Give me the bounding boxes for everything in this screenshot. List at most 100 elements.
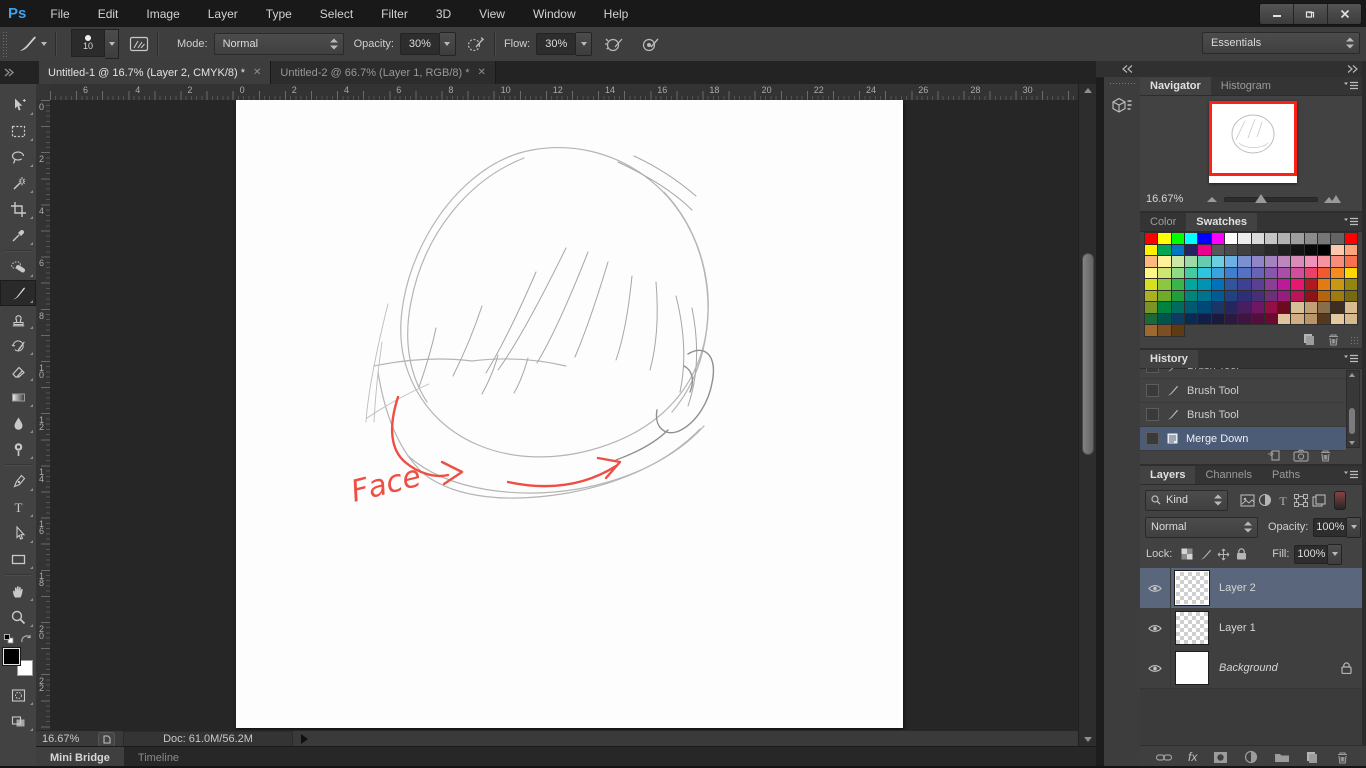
swatch[interactable]	[1318, 267, 1331, 278]
visibility-cell[interactable]	[1140, 608, 1171, 648]
swatch[interactable]	[1304, 313, 1318, 324]
tool-dodge[interactable]	[0, 436, 36, 462]
menu-layer[interactable]: Layer	[194, 0, 252, 27]
expand-dock-icon[interactable]	[1347, 65, 1358, 73]
swatch[interactable]	[1344, 244, 1357, 255]
navigator-thumbnail[interactable]	[1209, 101, 1297, 183]
brush-tool-preset-icon[interactable]	[17, 34, 39, 54]
zoom-in-icon[interactable]	[1324, 194, 1342, 204]
panel-resize-grip[interactable]	[1350, 335, 1358, 344]
swatch[interactable]	[1184, 313, 1198, 324]
swatch[interactable]	[1171, 233, 1184, 244]
options-bar-grip[interactable]	[2, 31, 9, 57]
swatch[interactable]	[1238, 290, 1251, 301]
swatch[interactable]	[1344, 256, 1357, 267]
swatch[interactable]	[1158, 244, 1171, 255]
new-swatch-icon[interactable]	[1303, 333, 1317, 346]
delete-layer-trash-icon[interactable]	[1336, 751, 1349, 764]
swatch[interactable]	[1318, 302, 1331, 313]
swatch[interactable]	[1145, 233, 1158, 244]
filter-pixel-layers-icon[interactable]	[1238, 492, 1256, 508]
swatch[interactable]	[1198, 313, 1211, 324]
dock-divider[interactable]	[1096, 61, 1104, 768]
swatch[interactable]	[1145, 256, 1158, 267]
filter-smart-objects-icon[interactable]	[1310, 492, 1328, 508]
swatch[interactable]	[1171, 325, 1184, 336]
swatch[interactable]	[1344, 290, 1357, 301]
layer-name[interactable]: Layer 2	[1219, 582, 1256, 594]
menu-view[interactable]: View	[465, 0, 519, 27]
ruler-origin-corner[interactable]	[36, 84, 51, 101]
swatch[interactable]	[1264, 302, 1278, 313]
swatch[interactable]	[1158, 302, 1171, 313]
swatch[interactable]	[1318, 244, 1331, 255]
collapse-dock-icon[interactable]	[1122, 65, 1133, 73]
flow-dropdown[interactable]	[576, 32, 593, 56]
swatch[interactable]	[1211, 313, 1224, 324]
swatch[interactable]	[1304, 290, 1318, 301]
tool-gradient[interactable]	[0, 384, 36, 410]
tool-zoom[interactable]	[0, 604, 36, 630]
swatch[interactable]	[1344, 313, 1357, 324]
default-colors-icon[interactable]	[4, 634, 14, 644]
layer-name[interactable]: Layer 1	[1219, 622, 1256, 634]
panel-menu-icon[interactable]	[1344, 354, 1358, 364]
swatch[interactable]	[1184, 290, 1198, 301]
tab-color[interactable]: Color	[1140, 213, 1186, 231]
scroll-down-icon[interactable]	[1349, 441, 1355, 445]
swatch[interactable]	[1278, 302, 1291, 313]
tool-rectangle[interactable]	[0, 546, 36, 572]
flow-value[interactable]: 30%	[536, 33, 577, 55]
swatch[interactable]	[1184, 279, 1198, 290]
history-source-checkbox[interactable]	[1146, 408, 1159, 421]
quick-mask-button[interactable]	[0, 682, 36, 708]
swatch[interactable]	[1264, 279, 1278, 290]
tool-crop[interactable]	[0, 196, 36, 222]
filter-type-layers-icon[interactable]: T	[1274, 492, 1292, 508]
swatch[interactable]	[1264, 256, 1278, 267]
navigator-zoom-slider[interactable]	[1224, 193, 1318, 203]
add-adjustment-layer-icon[interactable]	[1244, 750, 1258, 764]
scroll-up-icon[interactable]	[1084, 88, 1092, 93]
layer-filter-toggle-switch[interactable]	[1334, 490, 1346, 510]
visibility-cell[interactable]	[1140, 648, 1171, 688]
layer-fill-dropdown[interactable]	[1328, 543, 1343, 565]
swatch[interactable]	[1184, 233, 1198, 244]
document-size-info[interactable]: Doc: 61.0M/56.2M	[123, 731, 293, 747]
tool-lasso[interactable]	[0, 144, 36, 170]
swatch[interactable]	[1184, 256, 1198, 267]
navigator-zoom-value[interactable]: 16.67%	[1146, 193, 1206, 205]
swatch[interactable]	[1145, 313, 1158, 324]
horizontal-ruler[interactable]: 6 4 2 0 2 4 6 8 10 12 14 16 18 20 22 24 26 28 30	[50, 84, 1078, 101]
screen-mode-button[interactable]	[0, 708, 36, 734]
tool-hand[interactable]	[0, 578, 36, 604]
swatch[interactable]	[1145, 244, 1158, 255]
swatch[interactable]	[1224, 302, 1238, 313]
lock-transparent-pixels-icon[interactable]	[1178, 546, 1196, 562]
swatch[interactable]	[1224, 267, 1238, 278]
swatch[interactable]	[1318, 233, 1331, 244]
scroll-down-icon[interactable]	[1084, 737, 1092, 742]
foreground-background-colors[interactable]	[2, 647, 33, 676]
swatch[interactable]	[1264, 244, 1278, 255]
layer-row-layer-1[interactable]: Layer 1	[1140, 608, 1362, 649]
swatch[interactable]	[1211, 233, 1224, 244]
layer-thumbnail[interactable]	[1175, 651, 1209, 685]
swatch[interactable]	[1304, 233, 1318, 244]
tab-overflow-chevrons-icon[interactable]	[0, 61, 39, 84]
swatch[interactable]	[1145, 302, 1158, 313]
opacity-value[interactable]: 30%	[399, 33, 440, 55]
swatch[interactable]	[1184, 267, 1198, 278]
new-layer-icon[interactable]	[1306, 751, 1320, 764]
swatch[interactable]	[1304, 256, 1318, 267]
status-menu-arrow-icon[interactable]	[301, 734, 308, 744]
foreground-color-chip[interactable]	[2, 647, 21, 666]
swatch[interactable]	[1251, 279, 1264, 290]
filter-adjustment-layers-icon[interactable]	[1256, 492, 1274, 508]
swatch[interactable]	[1224, 233, 1238, 244]
tool-eraser[interactable]	[0, 358, 36, 384]
swatch[interactable]	[1238, 267, 1251, 278]
close-button[interactable]	[1328, 4, 1361, 24]
tool-clone-stamp[interactable]	[0, 306, 36, 332]
swatch[interactable]	[1171, 244, 1184, 255]
